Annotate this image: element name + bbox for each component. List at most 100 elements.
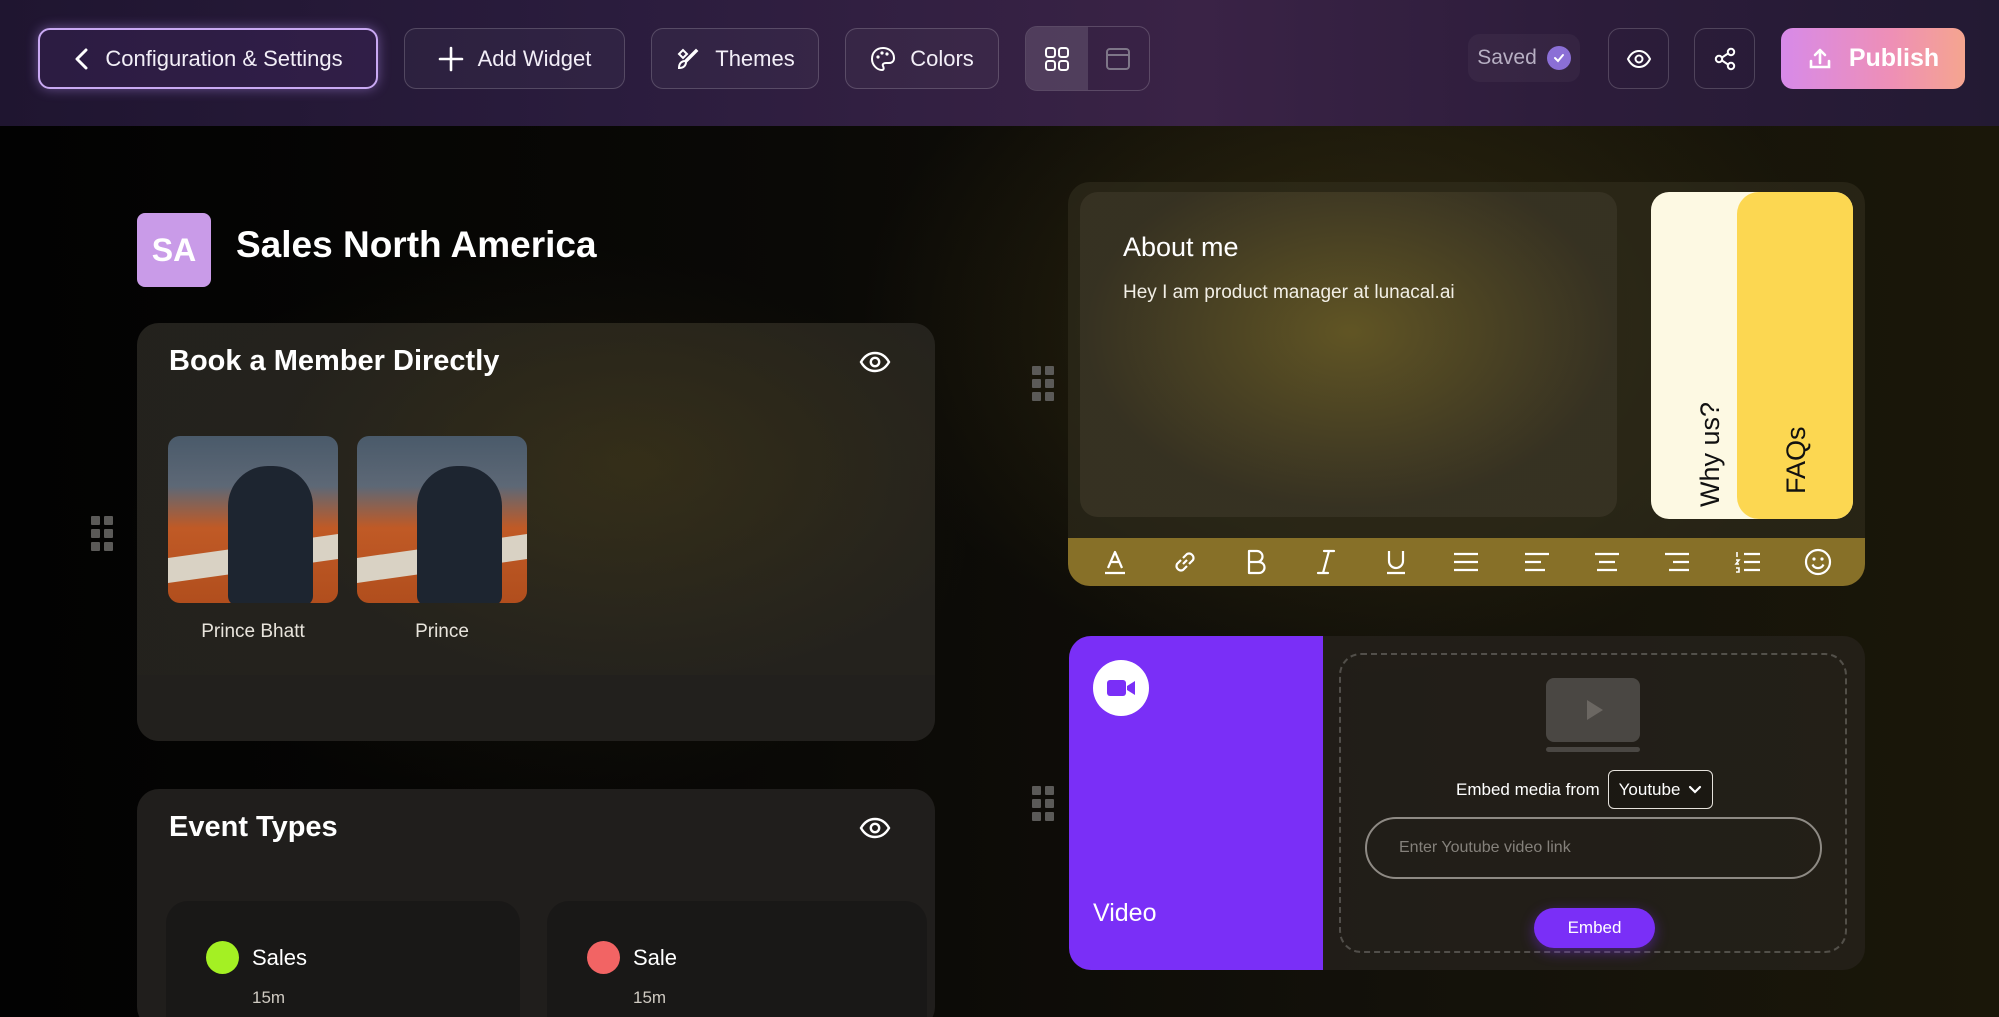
emoji-button[interactable] [1801,545,1835,579]
event-duration: 15m [633,988,667,1007]
book-member-card: Book a Member Directly Prince Bhatt Prin… [137,323,935,741]
drag-handle-book-card[interactable] [91,516,113,551]
eye-icon [859,817,891,839]
chevron-left-icon [75,48,88,69]
check-icon [1546,46,1571,70]
underline-icon [1387,551,1406,575]
event-types-card: Event Types Sales 15m Sale 15m [137,789,935,1017]
text-format-toolbar [1068,538,1865,586]
italic-icon [1316,549,1336,575]
preview-button[interactable] [1608,28,1669,89]
saved-label: Saved [1477,46,1537,69]
member-name: Prince Bhatt [201,621,305,642]
link-icon [1175,552,1195,572]
event-name: Sales [252,945,308,970]
embed-button[interactable]: Embed [1534,908,1655,948]
numbered-list-icon [1733,552,1760,573]
about-me-editor[interactable]: About me Hey I am product manager at lun… [1080,192,1617,517]
embed-from-row: Embed media from Youtube [1456,770,1714,809]
tab-faqs[interactable]: FAQs [1781,426,1812,494]
event-type-item[interactable]: Sale 15m [547,901,927,1017]
video-widget: Video Embed media from Youtube Embed [1069,636,1865,970]
member-item[interactable]: Prince Bhatt [168,436,338,643]
book-card-footer [137,675,935,741]
top-toolbar: Configuration & Settings Add Widget Them… [0,0,1999,126]
align-justify-button[interactable] [1449,545,1483,579]
provider-select[interactable]: Youtube [1607,770,1714,809]
event-color-dot [206,941,239,974]
saved-status: Saved [1468,34,1580,82]
italic-button[interactable] [1309,545,1343,579]
align-center-button[interactable] [1590,545,1624,579]
toggle-visibility-book-card[interactable] [859,349,891,380]
tab-why-us[interactable]: Why us? [1695,402,1726,507]
provider-selected-value: Youtube [1618,779,1681,799]
add-widget-button[interactable]: Add Widget [404,28,625,89]
align-center-icon [1594,552,1619,572]
member-item[interactable]: Prince [357,436,527,643]
video-link-input[interactable] [1365,817,1822,879]
video-camera-icon [1093,660,1149,716]
about-me-text[interactable]: Hey I am product manager at lunacal.ai [1123,282,1455,304]
align-left-button[interactable] [1520,545,1554,579]
embed-from-label: Embed media from [1456,779,1600,799]
toggle-visibility-events-card[interactable] [859,815,891,846]
eye-icon [859,351,891,373]
numbered-list-button[interactable] [1731,545,1765,579]
member-photo [357,436,527,603]
align-left-icon [1524,552,1549,572]
underline-button[interactable] [1379,545,1413,579]
share-icon [1714,47,1735,70]
page-avatar: SA [137,213,211,287]
colors-label: Colors [910,45,974,71]
palette-icon [871,46,896,71]
text-color-button[interactable] [1098,545,1132,579]
about-me-widget: About me Hey I am product manager at lun… [1068,182,1865,586]
event-types-title: Event Types [169,811,338,843]
about-me-title: About me [1123,232,1239,262]
layout-view-toggle [1025,26,1150,91]
event-color-dot [587,941,620,974]
video-widget-header: Video [1069,636,1323,970]
link-button[interactable] [1168,545,1202,579]
drag-handle-about-card[interactable] [1032,366,1054,401]
video-player-placeholder-icon [1546,678,1640,752]
vertical-tabs: Why us? FAQs [1651,192,1853,519]
event-duration: 15m [252,988,286,1007]
layout-single-icon [1106,47,1131,70]
bold-button[interactable] [1239,545,1273,579]
configuration-settings-button[interactable]: Configuration & Settings [38,28,378,89]
align-right-button[interactable] [1660,545,1694,579]
colors-button[interactable]: Colors [845,28,999,89]
plus-icon [438,46,463,71]
drag-handle-video-card[interactable] [1032,786,1054,821]
align-justify-icon [1454,552,1479,572]
page-title: Sales North America [236,224,597,265]
embed-dropzone: Embed media from Youtube Embed [1339,653,1847,953]
themes-button[interactable]: Themes [651,28,819,89]
brush-icon [677,48,699,69]
event-name: Sale [633,945,678,970]
add-widget-label: Add Widget [477,45,592,71]
chevron-down-icon [1689,785,1702,794]
publish-label: Publish [1848,44,1940,72]
themes-label: Themes [715,45,795,71]
event-type-item[interactable]: Sales 15m [166,901,520,1017]
member-name: Prince [415,621,469,642]
book-member-title: Book a Member Directly [169,345,500,377]
avatar-initials: SA [151,231,197,268]
emoji-icon [1804,548,1831,576]
share-button[interactable] [1694,28,1755,89]
grid-view-option[interactable] [1026,27,1088,90]
publish-button[interactable]: Publish [1781,28,1965,89]
configuration-settings-label: Configuration & Settings [105,45,343,71]
upload-icon [1809,48,1831,68]
single-view-option[interactable] [1088,27,1150,90]
bold-icon [1247,549,1266,575]
grid-icon [1044,46,1069,71]
align-right-icon [1665,552,1690,572]
member-photo [168,436,338,603]
text-color-icon [1105,550,1126,575]
video-widget-label: Video [1093,899,1157,927]
eye-icon [1626,49,1651,68]
